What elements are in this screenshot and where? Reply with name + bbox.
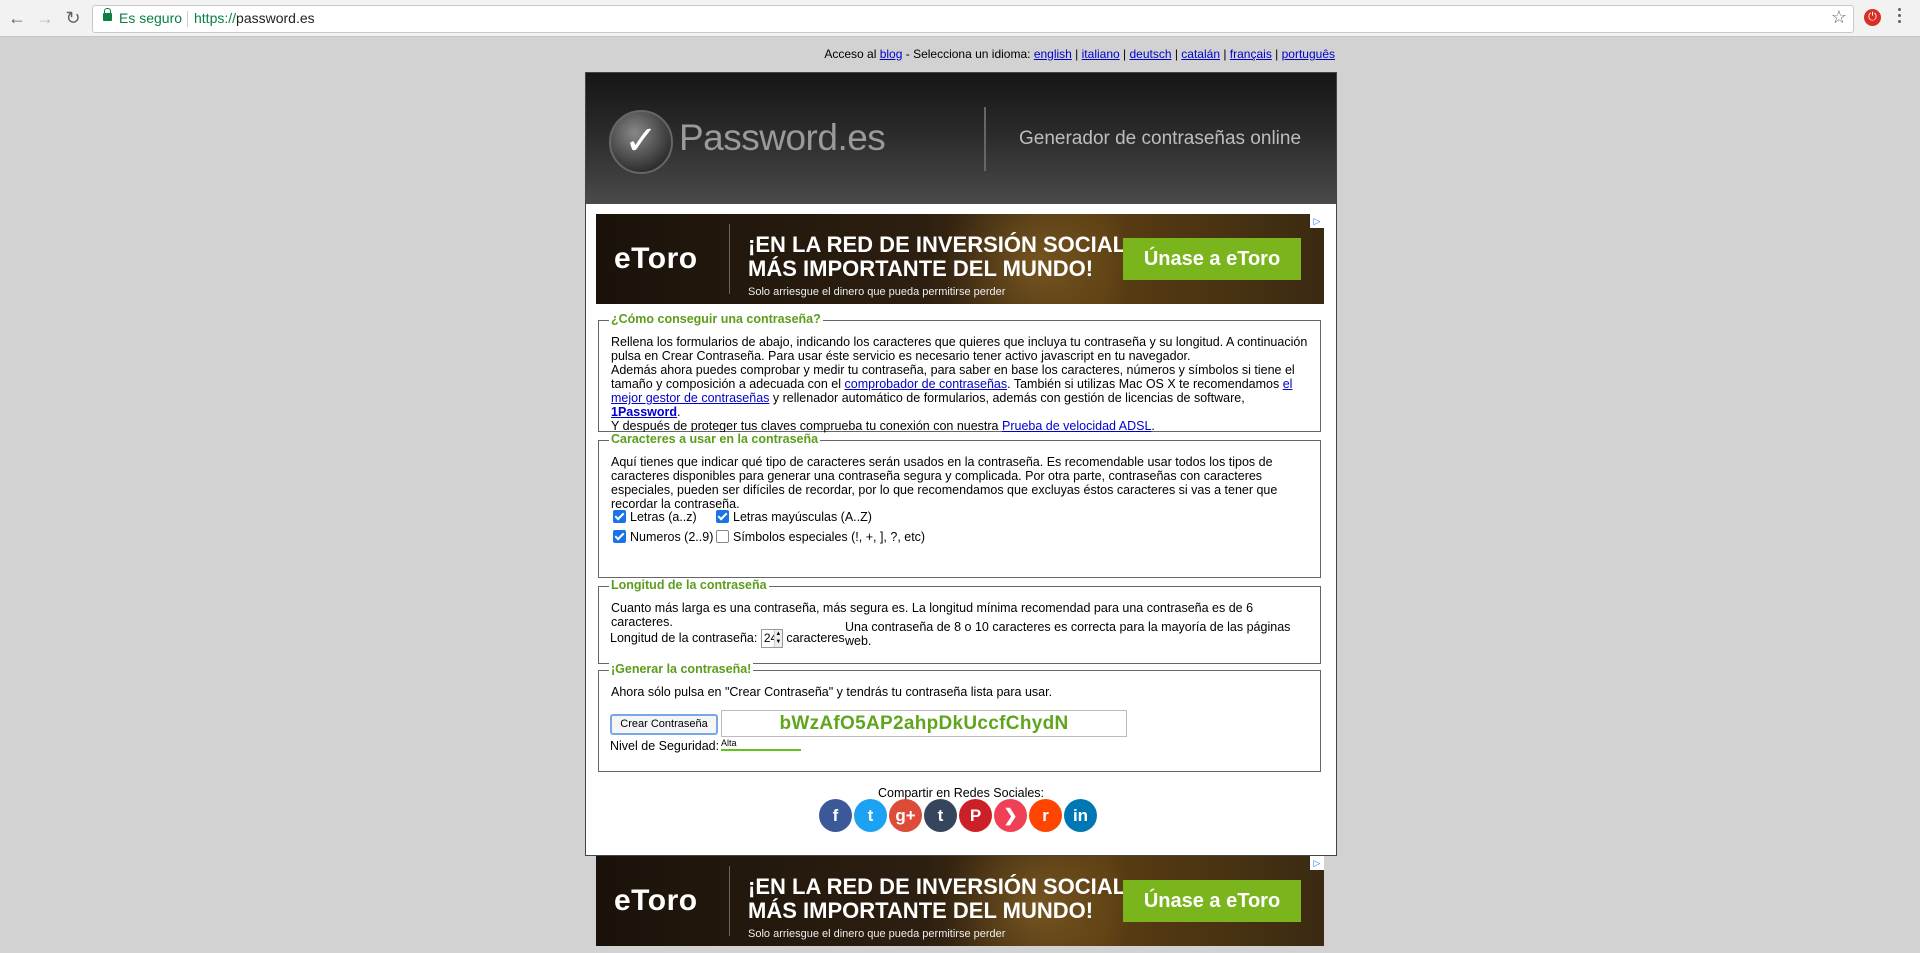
adchoices-icon[interactable]: ▷ — [1310, 856, 1324, 870]
length-note: Una contraseña de 8 o 10 caracteres es c… — [845, 620, 1291, 648]
reddit-icon[interactable]: r — [1029, 799, 1062, 832]
lang-portugues-link[interactable]: português — [1282, 47, 1335, 61]
generate-section: ¡Generar la contraseña! Ahora sólo pulsa… — [598, 662, 1321, 772]
language-bar: Acceso al blog - Selecciona un idioma: e… — [824, 47, 1335, 61]
forward-arrow-icon[interactable]: → — [33, 6, 57, 30]
twitter-icon[interactable]: t — [854, 799, 887, 832]
blog-link[interactable]: blog — [880, 47, 903, 61]
characters-legend: Caracteres a usar en la contraseña — [609, 432, 821, 446]
length-legend: Longitud de la contraseña — [609, 578, 769, 592]
facebook-icon[interactable]: f — [819, 799, 852, 832]
numbers-checkbox[interactable]: Numeros (2..9) — [613, 530, 713, 544]
lang-francais-link[interactable]: français — [1230, 47, 1272, 61]
main-container: ✓ Password.es Generador de contraseñas o… — [585, 72, 1337, 856]
length-section: Longitud de la contraseña Cuanto más lar… — [598, 578, 1321, 664]
ad-headline: ¡EN LA RED DE INVERSIÓN SOCIAL MÁS IMPORT… — [748, 232, 1127, 281]
how-to-section: ¿Cómo conseguir una contraseña? Rellena … — [598, 312, 1321, 433]
header-divider — [984, 107, 986, 171]
ad-disclaimer: Solo arriesgue el dinero que pueda permi… — [748, 928, 1006, 940]
pinterest-icon[interactable]: P — [959, 799, 992, 832]
how-to-legend: ¿Cómo conseguir una contraseña? — [609, 312, 823, 326]
browser-toolbar: ← → ↻ Es seguro https://password.es ☆ ⏻ — [0, 0, 1920, 37]
length-row: Longitud de la contraseña: 24 ▲ ▼ caracter… — [610, 629, 845, 648]
share-label: Compartir en Redes Sociales: — [877, 786, 1045, 800]
ad-cta-button[interactable]: Únase a eToro — [1123, 238, 1301, 280]
google-plus-icon[interactable]: g+ — [889, 799, 922, 832]
generated-password-field[interactable]: bWzAfO5AP2ahpDkUccfChydN — [721, 710, 1127, 737]
site-logo-text[interactable]: Password.es — [679, 117, 886, 159]
address-bar[interactable]: Es seguro https://password.es ☆ — [92, 5, 1854, 33]
ad-cta-button[interactable]: Únase a eToro — [1123, 880, 1301, 922]
linkedin-icon[interactable]: in — [1064, 799, 1097, 832]
lowercase-checkbox[interactable]: Letras (a..z) — [613, 510, 697, 524]
etoro-ad-bottom[interactable]: eToro ¡EN LA RED DE INVERSIÓN SOCIAL MÁS … — [596, 856, 1324, 946]
generate-legend: ¡Generar la contraseña! — [609, 662, 754, 676]
lang-deutsch-link[interactable]: deutsch — [1129, 47, 1171, 61]
characters-description: Aquí tienes que indicar qué tipo de cara… — [611, 455, 1278, 511]
lang-catalan-link[interactable]: catalán — [1181, 47, 1220, 61]
tumblr-icon[interactable]: t — [924, 799, 957, 832]
site-header: ✓ Password.es Generador de contraseñas o… — [586, 73, 1336, 204]
security-level-bar — [721, 749, 801, 751]
site-tagline: Generador de contraseñas online — [1019, 128, 1302, 149]
symbols-checkbox[interactable]: Símbolos especiales (!, +, ], ?, etc) — [716, 530, 925, 544]
back-arrow-icon[interactable]: ← — [5, 6, 29, 30]
reload-icon[interactable]: ↻ — [61, 6, 85, 30]
checkbox-checked-icon[interactable] — [613, 530, 626, 543]
checkbox-unchecked-icon[interactable] — [716, 530, 729, 543]
password-checker-link[interactable]: comprobador de contraseñas — [845, 377, 1008, 391]
adsl-speed-test-link[interactable]: Prueba de velocidad ADSL — [1002, 419, 1151, 433]
adchoices-icon[interactable]: ▷ — [1310, 214, 1324, 228]
lang-italiano-link[interactable]: italiano — [1082, 47, 1120, 61]
bookmark-star-icon[interactable]: ☆ — [1831, 7, 1847, 28]
extension-power-icon[interactable]: ⏻ — [1864, 9, 1881, 26]
url-text[interactable]: https://password.es — [194, 10, 315, 26]
secure-label: Es seguro — [119, 10, 183, 26]
characters-section: Caracteres a usar en la contraseña Aquí … — [598, 432, 1321, 578]
etoro-logo: eToro — [614, 242, 698, 275]
etoro-logo: eToro — [614, 884, 698, 917]
browser-menu-icon[interactable] — [1898, 8, 1902, 26]
checkmark-logo-icon[interactable]: ✓ — [609, 110, 673, 174]
url-separator — [187, 11, 188, 27]
ad-disclaimer: Solo arriesgue el dinero que pueda permi… — [748, 286, 1006, 298]
1password-link[interactable]: 1Password — [611, 405, 677, 419]
pocket-icon[interactable]: ❯ — [994, 799, 1027, 832]
checkbox-checked-icon[interactable] — [613, 510, 626, 523]
lock-icon — [103, 8, 112, 21]
checkbox-checked-icon[interactable] — [716, 510, 729, 523]
security-level-label: Nivel de Seguridad: — [610, 739, 720, 753]
uppercase-checkbox[interactable]: Letras mayúsculas (A..Z) — [716, 510, 872, 524]
ad-headline: ¡EN LA RED DE INVERSIÓN SOCIAL MÁS IMPORT… — [748, 874, 1127, 923]
security-level-value: Alta — [721, 738, 737, 748]
lang-english-link[interactable]: english — [1034, 47, 1072, 61]
etoro-ad-top[interactable]: eToro ¡EN LA RED DE INVERSIÓN SOCIAL MÁS … — [596, 214, 1324, 304]
create-password-button[interactable]: Crear Contraseña — [610, 714, 718, 735]
length-stepper[interactable]: 24 ▲ ▼ — [760, 629, 783, 648]
